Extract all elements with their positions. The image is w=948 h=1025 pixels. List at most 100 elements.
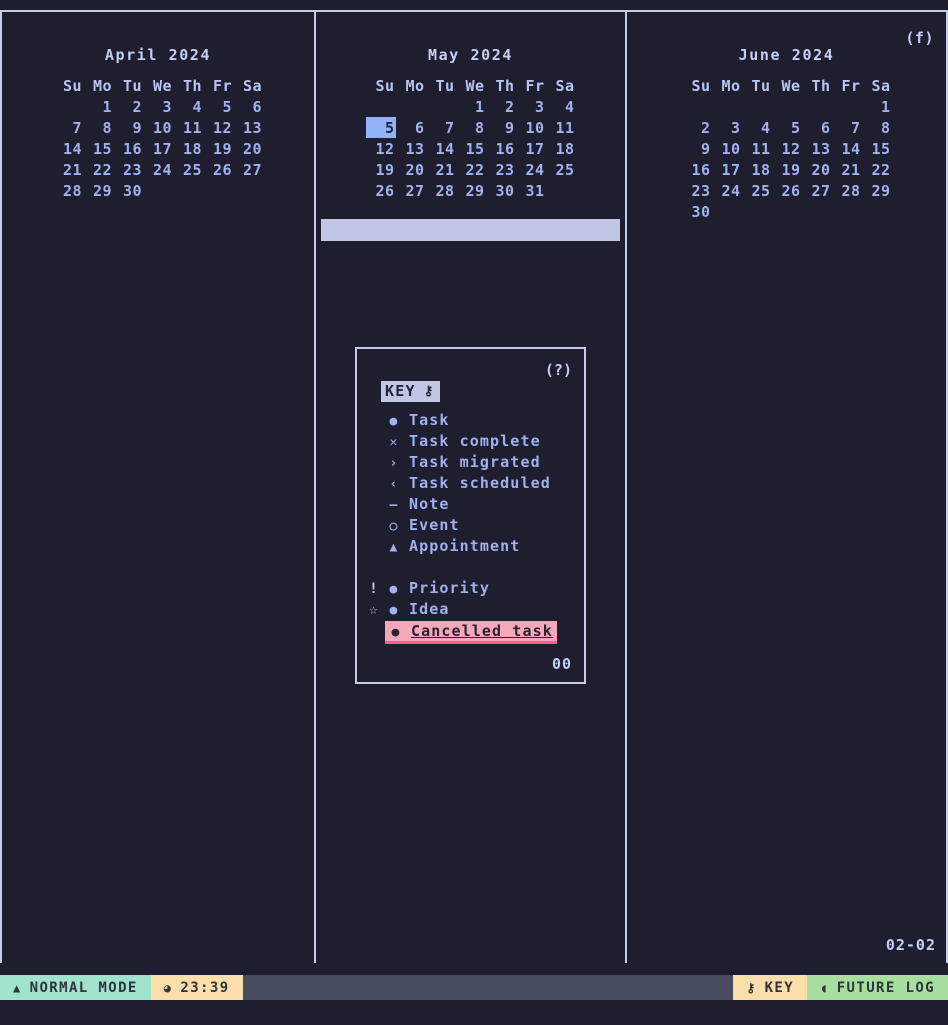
day-cell[interactable]: 18 xyxy=(173,138,203,159)
day-cell[interactable]: 8 xyxy=(83,117,113,138)
day-cell[interactable]: 18 xyxy=(546,138,576,159)
day-cell[interactable]: 27 xyxy=(396,180,426,201)
day-cell[interactable]: 6 xyxy=(233,96,263,117)
day-cell[interactable]: 27 xyxy=(233,159,263,180)
day-cell[interactable]: 19 xyxy=(772,159,802,180)
day-cell[interactable]: 26 xyxy=(772,180,802,201)
day-cell[interactable]: 11 xyxy=(546,117,576,138)
day-cell[interactable]: 30 xyxy=(682,201,712,222)
month-grid[interactable]: Su Mo Tu We Th Fr Sa 1 2 3 4 5 6 7 8 9 10 11 12 13 14… xyxy=(365,75,576,201)
day-cell[interactable]: 11 xyxy=(742,138,772,159)
day-cell[interactable]: 31 xyxy=(516,180,546,201)
status-future-log-segment[interactable]: ◖ FUTURE LOG xyxy=(807,975,948,1000)
day-cell[interactable]: 10 xyxy=(516,117,546,138)
day-cell[interactable]: 12 xyxy=(772,138,802,159)
day-cell[interactable]: 7 xyxy=(832,117,862,138)
day-cell[interactable]: 29 xyxy=(456,180,486,201)
day-cell[interactable]: 16 xyxy=(486,138,516,159)
day-cell[interactable]: 23 xyxy=(113,159,143,180)
day-cell[interactable]: 9 xyxy=(113,117,143,138)
day-cell[interactable]: 18 xyxy=(742,159,772,180)
day-cell[interactable]: 15 xyxy=(83,138,113,159)
day-cell[interactable]: 12 xyxy=(366,138,396,159)
day-cell[interactable]: 9 xyxy=(486,117,516,138)
day-cell[interactable]: 8 xyxy=(862,117,892,138)
day-cell[interactable]: 25 xyxy=(546,159,576,180)
day-cell[interactable]: 2 xyxy=(682,117,712,138)
day-cell[interactable]: 3 xyxy=(712,117,742,138)
day-cell[interactable]: 10 xyxy=(143,117,173,138)
day-cell[interactable]: 1 xyxy=(456,96,486,117)
day-cell[interactable]: 4 xyxy=(173,96,203,117)
day-cell[interactable]: 15 xyxy=(862,138,892,159)
day-cell[interactable]: 5 xyxy=(203,96,233,117)
key-legend-row[interactable]: ● Cancelled task xyxy=(363,621,590,644)
key-legend-row[interactable]: ✕ Task complete xyxy=(363,432,590,453)
day-cell[interactable]: 25 xyxy=(742,180,772,201)
day-cell[interactable]: 22 xyxy=(83,159,113,180)
day-cell[interactable]: 13 xyxy=(802,138,832,159)
day-cell[interactable]: 3 xyxy=(516,96,546,117)
day-cell[interactable]: 4 xyxy=(546,96,576,117)
day-cell[interactable]: 17 xyxy=(516,138,546,159)
day-cell[interactable]: 13 xyxy=(233,117,263,138)
day-cell[interactable]: 6 xyxy=(396,117,426,138)
day-cell[interactable]: 21 xyxy=(53,159,83,180)
day-cell[interactable]: 10 xyxy=(712,138,742,159)
day-cell[interactable]: 21 xyxy=(832,159,862,180)
day-cell[interactable]: 20 xyxy=(802,159,832,180)
key-legend-row[interactable]: – Note xyxy=(363,495,590,516)
day-cell[interactable]: 20 xyxy=(396,159,426,180)
day-cell[interactable]: 7 xyxy=(426,117,456,138)
day-cell[interactable]: 13 xyxy=(396,138,426,159)
day-cell[interactable]: 26 xyxy=(366,180,396,201)
day-cell[interactable]: 14 xyxy=(53,138,83,159)
day-cell[interactable]: 7 xyxy=(53,117,83,138)
day-cell[interactable]: 5 xyxy=(365,117,396,138)
day-cell[interactable]: 21 xyxy=(426,159,456,180)
key-legend-row[interactable]: ‹ Task scheduled xyxy=(363,474,590,495)
day-cell[interactable]: 28 xyxy=(53,180,83,201)
day-cell[interactable]: 2 xyxy=(113,96,143,117)
key-popup[interactable]: (?) KEY ⚷ ● Task ✕ Task complete › Task mig… xyxy=(355,347,586,684)
day-cell[interactable]: 12 xyxy=(203,117,233,138)
day-cell[interactable]: 14 xyxy=(426,138,456,159)
day-cell[interactable]: 25 xyxy=(173,159,203,180)
day-cell[interactable]: 4 xyxy=(742,117,772,138)
day-cell[interactable]: 26 xyxy=(203,159,233,180)
day-cell[interactable]: 22 xyxy=(456,159,486,180)
day-cell[interactable]: 16 xyxy=(682,159,712,180)
day-cell[interactable]: 17 xyxy=(143,138,173,159)
day-cell[interactable]: 28 xyxy=(832,180,862,201)
key-legend-row[interactable]: ○ Event xyxy=(363,516,590,537)
status-mode-segment[interactable]: ▲ NORMAL MODE xyxy=(0,975,151,1000)
day-cell[interactable]: 3 xyxy=(143,96,173,117)
day-cell[interactable]: 23 xyxy=(486,159,516,180)
day-cell[interactable]: 5 xyxy=(772,117,802,138)
day-cell[interactable]: 22 xyxy=(862,159,892,180)
key-legend-row[interactable]: ▲ Appointment xyxy=(363,537,590,558)
day-cell[interactable]: 30 xyxy=(113,180,143,201)
day-cell[interactable]: 24 xyxy=(712,180,742,201)
status-clock-segment[interactable]: ◕ 23:39 xyxy=(150,975,243,1000)
day-cell[interactable]: 30 xyxy=(486,180,516,201)
day-cell[interactable]: 1 xyxy=(862,96,892,117)
key-legend-row[interactable]: › Task migrated xyxy=(363,453,590,474)
help-tag[interactable]: (?) xyxy=(545,361,572,379)
day-cell[interactable]: 11 xyxy=(173,117,203,138)
day-cell[interactable]: 15 xyxy=(456,138,486,159)
key-legend-row[interactable]: ! ● Priority xyxy=(363,579,590,600)
calendar-column-april[interactable]: April 2024 Su Mo Tu We Th Fr Sa 12345678… xyxy=(0,10,316,963)
selected-day-entry-bar[interactable] xyxy=(321,219,620,241)
day-cell[interactable]: 24 xyxy=(143,159,173,180)
day-cell[interactable]: 29 xyxy=(83,180,113,201)
calendar-column-may[interactable]: May 2024 Su Mo Tu We Th Fr Sa 1234567891… xyxy=(316,10,627,963)
status-key-segment[interactable]: ⚷ KEY xyxy=(733,975,808,1000)
day-cell[interactable]: 29 xyxy=(862,180,892,201)
day-cell[interactable]: 20 xyxy=(233,138,263,159)
calendar-column-june[interactable]: (f) June 2024 Su Mo Tu We Th Fr Sa 12345… xyxy=(627,10,948,963)
key-legend-row[interactable]: ● Task xyxy=(363,411,590,432)
day-cell[interactable]: 6 xyxy=(802,117,832,138)
day-cell[interactable]: 2 xyxy=(486,96,516,117)
day-cell[interactable]: 1 xyxy=(83,96,113,117)
